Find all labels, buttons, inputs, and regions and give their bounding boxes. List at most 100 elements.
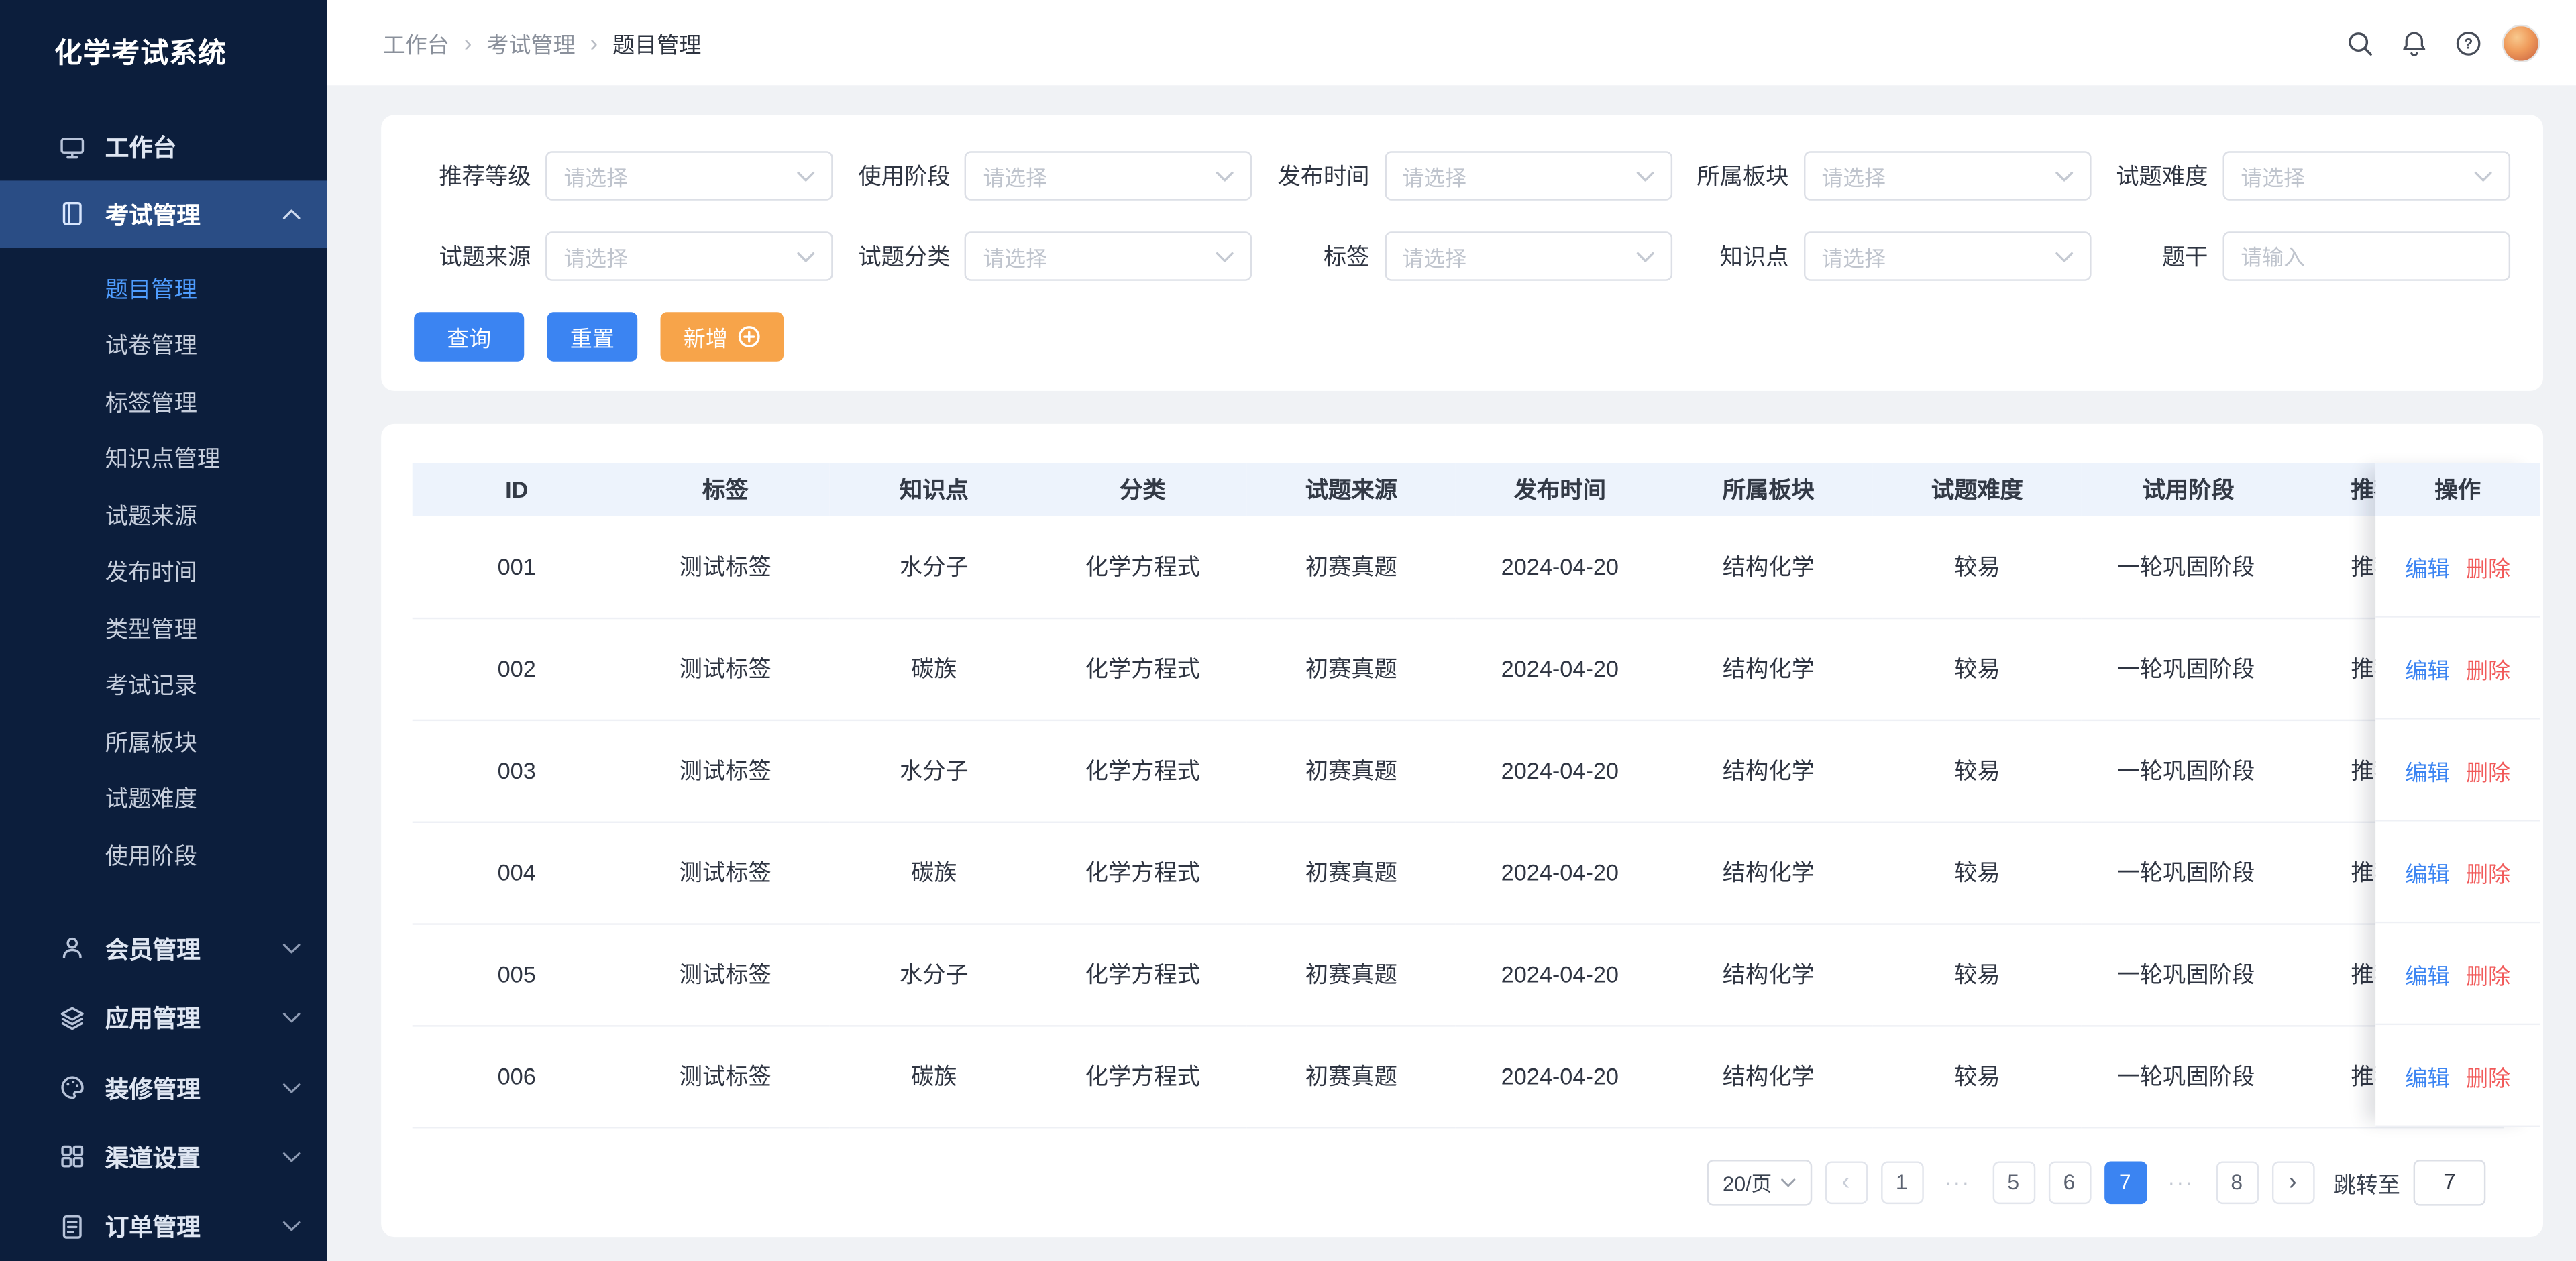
- page-button[interactable]: 5: [1992, 1160, 2035, 1203]
- sidebar-item-decoration-management[interactable]: 装修管理: [0, 1053, 327, 1123]
- add-button[interactable]: 新增: [660, 312, 784, 362]
- row-actions: 编辑 删除: [2375, 923, 2540, 1026]
- chevron-down-icon: [797, 251, 815, 262]
- publish-time-select[interactable]: 请选择: [1384, 151, 1672, 201]
- tag-select[interactable]: 请选择: [1384, 231, 1672, 281]
- search-icon[interactable]: [2339, 22, 2380, 63]
- submenu-item-label: 考试记录: [105, 672, 197, 699]
- cell-section: 结构化学: [1664, 821, 1873, 924]
- layers-icon: [60, 1006, 84, 1030]
- edit-link[interactable]: 编辑: [2405, 549, 2449, 582]
- edit-link[interactable]: 编辑: [2405, 753, 2449, 786]
- submenu-item[interactable]: 试题来源: [0, 487, 327, 543]
- submenu-item[interactable]: 试题难度: [0, 771, 327, 827]
- sidebar-item-exam-management[interactable]: 考试管理: [0, 180, 327, 248]
- column-header: 试用阶段: [2081, 463, 2290, 516]
- sidebar-item-member-management[interactable]: 会员管理: [0, 914, 327, 983]
- cell-source: 初赛真题: [1246, 515, 1456, 619]
- edit-link[interactable]: 编辑: [2405, 957, 2449, 990]
- cell-section: 结构化学: [1664, 719, 1873, 822]
- jump-page-input[interactable]: [2413, 1158, 2486, 1205]
- cell-difficulty: 较易: [1872, 617, 2082, 720]
- page-button[interactable]: ···: [2159, 1160, 2202, 1203]
- submenu-item-label: 试卷管理: [105, 332, 197, 359]
- filter-field-stem: 题干: [2091, 231, 2511, 281]
- cell-source: 初赛真题: [1246, 1025, 1456, 1128]
- filter-label: 使用阶段: [858, 162, 951, 189]
- sidebar-item-channel-settings[interactable]: 渠道设置: [0, 1122, 327, 1192]
- page-button[interactable]: 7: [2103, 1160, 2147, 1203]
- page-size-select[interactable]: 20/页: [1706, 1158, 1812, 1205]
- filter-panel: 推荐等级 请选择 使用阶段 请选择 发布时间 请选择 所属板块 请选择 试题难度…: [381, 115, 2544, 391]
- page-button[interactable]: 1: [1880, 1160, 1923, 1203]
- app-logo: 化学考试系统: [54, 38, 227, 69]
- bell-icon[interactable]: [2394, 22, 2434, 63]
- submenu-item[interactable]: 试卷管理: [0, 317, 327, 374]
- page-button[interactable]: ‹: [1824, 1160, 1868, 1203]
- page-button[interactable]: ›: [2271, 1160, 2314, 1203]
- submenu-item[interactable]: 发布时间: [0, 544, 327, 600]
- help-icon[interactable]: ?: [2448, 22, 2489, 63]
- knowledge-point-select[interactable]: 请选择: [1803, 231, 2092, 281]
- delete-link[interactable]: 删除: [2466, 855, 2510, 888]
- cell-category: 化学方程式: [1038, 923, 1247, 1026]
- cell-publish-time: 2024-04-20: [1455, 719, 1664, 822]
- edit-link[interactable]: 编辑: [2405, 855, 2449, 888]
- delete-link[interactable]: 删除: [2466, 651, 2510, 684]
- cell-section: 结构化学: [1664, 1025, 1873, 1128]
- use-stage-select[interactable]: 请选择: [965, 151, 1253, 201]
- table-row: 003 测试标签 水分子 化学方程式 初赛真题 2024-04-20 结构化学 …: [412, 719, 2504, 822]
- page-button[interactable]: 6: [2047, 1160, 2091, 1203]
- sidebar-item-order-management[interactable]: 订单管理: [0, 1192, 327, 1261]
- actions-fixed-column: 操作 编辑 删除 编辑 删除 编辑 删除 编辑 删除 编辑 删除 编辑 删除: [2375, 463, 2540, 1128]
- submenu-item[interactable]: 类型管理: [0, 600, 327, 657]
- question-stem-input[interactable]: [2222, 231, 2511, 281]
- submenu-item-label: 类型管理: [105, 616, 197, 643]
- submenu-item[interactable]: 标签管理: [0, 374, 327, 430]
- submenu-item[interactable]: 题目管理: [0, 261, 327, 317]
- section-select[interactable]: 请选择: [1803, 151, 2092, 201]
- cell-id: 004: [412, 821, 621, 924]
- delete-link[interactable]: 删除: [2466, 957, 2510, 990]
- row-actions: 编辑 删除: [2375, 617, 2540, 720]
- svg-text:?: ?: [2464, 34, 2473, 51]
- sidebar-item-application-management[interactable]: 应用管理: [0, 983, 327, 1053]
- difficulty-select[interactable]: 请选择: [2222, 151, 2511, 201]
- cell-difficulty: 较易: [1872, 821, 2082, 924]
- delete-link[interactable]: 删除: [2466, 753, 2510, 786]
- table-header-row: ID标签知识点分类试题来源发布时间所属板块试题难度试用阶段推荐等级: [412, 463, 2504, 516]
- column-header: 试题难度: [1872, 463, 2082, 516]
- page-button[interactable]: ···: [1936, 1160, 1979, 1203]
- user-avatar[interactable]: [2502, 23, 2540, 62]
- sidebar-item-label: 应用管理: [105, 1007, 201, 1034]
- pagination: 20/页 ‹ 1 ··· 5 6 7 ··· 8 › 跳转至 7: [381, 1158, 2486, 1205]
- filter-label: 发布时间: [1277, 162, 1370, 189]
- filter-field-use-stage: 使用阶段 请选择: [833, 151, 1253, 201]
- breadcrumb-item-workbench[interactable]: 工作台: [383, 26, 449, 59]
- page-content: 推荐等级 请选择 使用阶段 请选择 发布时间 请选择 所属板块 请选择 试题难度…: [327, 85, 2576, 1261]
- page-button[interactable]: 8: [2215, 1160, 2259, 1203]
- submenu-item[interactable]: 使用阶段: [0, 827, 327, 883]
- edit-link[interactable]: 编辑: [2405, 651, 2449, 684]
- submenu-item-label: 试题难度: [105, 785, 197, 812]
- reset-button[interactable]: 重置: [547, 312, 638, 362]
- sidebar-item-workbench[interactable]: 工作台: [0, 114, 327, 180]
- recommend-level-select[interactable]: 请选择: [545, 151, 834, 201]
- submenu-item[interactable]: 考试记录: [0, 657, 327, 714]
- sidebar: 化学考试系统 工作台 考试管理 题目管理 试卷管理 标签管理 知识点管理 试题来…: [0, 0, 327, 1261]
- category-select[interactable]: 请选择: [965, 231, 1253, 281]
- cell-category: 化学方程式: [1038, 821, 1247, 924]
- column-header: 所属板块: [1664, 463, 1873, 516]
- breadcrumb-item-exam-management[interactable]: 考试管理: [486, 26, 575, 59]
- delete-link[interactable]: 删除: [2466, 1058, 2510, 1091]
- search-button[interactable]: 查询: [414, 312, 525, 362]
- top-header: 工作台 › 考试管理 › 题目管理 ?: [327, 0, 2576, 86]
- cell-tag: 测试标签: [621, 821, 830, 924]
- submenu-item[interactable]: 知识点管理: [0, 431, 327, 487]
- delete-link[interactable]: 删除: [2466, 549, 2510, 582]
- cell-tag: 测试标签: [621, 617, 830, 720]
- edit-link[interactable]: 编辑: [2405, 1058, 2449, 1091]
- source-select[interactable]: 请选择: [545, 231, 834, 281]
- chevron-down-icon: [282, 1221, 301, 1232]
- submenu-item[interactable]: 所属板块: [0, 714, 327, 770]
